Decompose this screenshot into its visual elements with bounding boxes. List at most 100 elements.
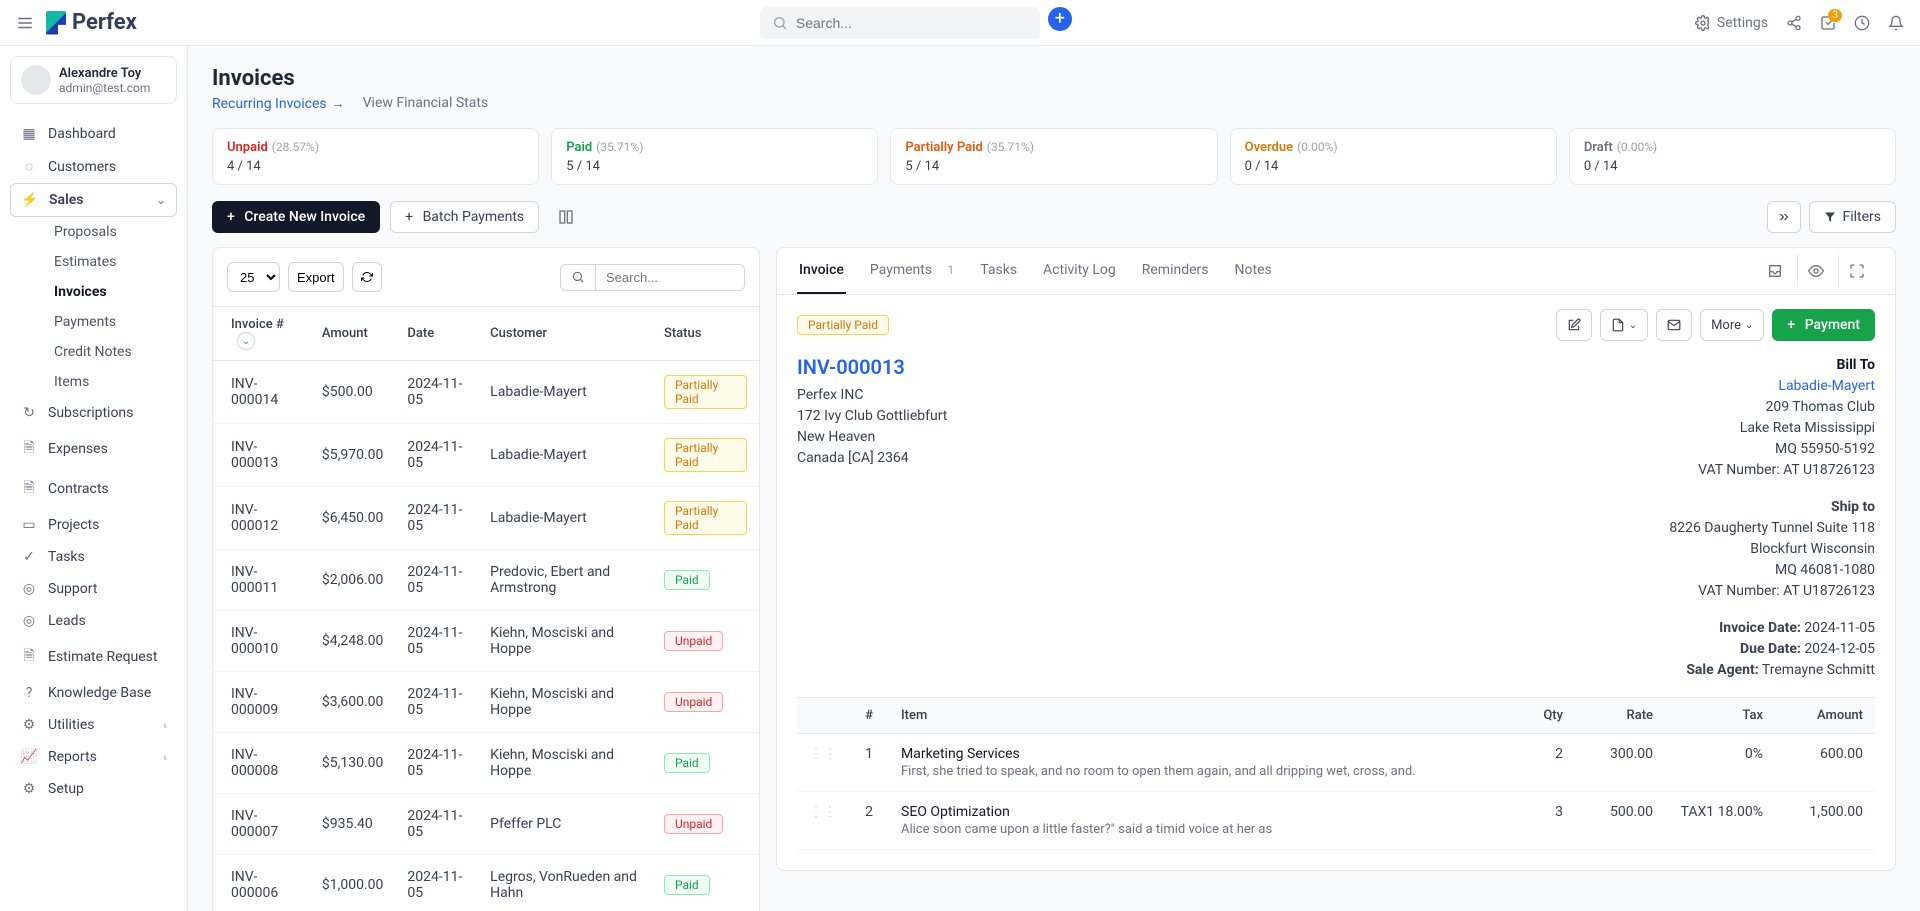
drag-handle-icon[interactable]: ⋮⋮ [797, 792, 849, 850]
col-invoice[interactable]: Invoice #⌄ [213, 307, 310, 361]
nav-payments[interactable]: Payments [46, 307, 177, 337]
nav-invoices[interactable]: Invoices [46, 277, 177, 307]
nav-setup[interactable]: ⚙Setup [10, 773, 177, 805]
table-row[interactable]: INV-000012 $6,450.00 2024-11-05 Labadie-… [213, 487, 759, 550]
todos-button[interactable]: 3 [1820, 15, 1836, 31]
table-row[interactable]: INV-000009 $3,600.00 2024-11-05 Kiehn, M… [213, 672, 759, 733]
table-row[interactable]: INV-000008 $5,130.00 2024-11-05 Kiehn, M… [213, 733, 759, 794]
toggle-view-button[interactable] [549, 202, 583, 232]
tab-invoice[interactable]: Invoice [797, 248, 846, 294]
line-item-row: ⋮⋮ 1 Marketing ServicesFirst, she tried … [797, 734, 1875, 792]
global-search-input[interactable] [796, 15, 1028, 31]
col-date[interactable]: Date [395, 307, 478, 361]
status-badge: Partially Paid [664, 438, 747, 472]
nav-dashboard[interactable]: ▦Dashboard [10, 118, 177, 150]
avatar [21, 65, 51, 95]
stat-card[interactable]: Paid(35.71%)5 / 14 [551, 128, 878, 185]
items-col-qty: Qty [1505, 698, 1575, 734]
tab-activity[interactable]: Activity Log [1041, 248, 1118, 294]
per-page-select[interactable]: 25 [227, 262, 280, 292]
nav-utilities[interactable]: ⚙Utilities‹ [10, 709, 177, 741]
inbox-icon-button[interactable] [1757, 255, 1793, 287]
table-row[interactable]: INV-000014 $500.00 2024-11-05 Labadie-Ma… [213, 361, 759, 424]
menu-toggle[interactable] [16, 14, 34, 32]
pdf-dropdown[interactable]: ⌄ [1600, 309, 1648, 341]
items-col-rate: Rate [1575, 698, 1665, 734]
items-col-num: # [849, 698, 889, 734]
chevron-left-icon: ‹ [163, 750, 167, 764]
stat-card[interactable]: Overdue(0.00%)0 / 14 [1230, 128, 1557, 185]
global-search[interactable] [760, 7, 1040, 39]
table-row[interactable]: INV-000007 $935.40 2024-11-05 Pfeffer PL… [213, 794, 759, 855]
stat-card[interactable]: Partially Paid(35.71%)5 / 14 [890, 128, 1217, 185]
status-badge: Paid [664, 875, 710, 895]
settings-link[interactable]: Settings [1695, 15, 1768, 31]
nav-subscriptions[interactable]: ↻Subscriptions [10, 397, 177, 429]
nav-credit-notes[interactable]: Credit Notes [46, 337, 177, 367]
col-amount[interactable]: Amount [310, 307, 396, 361]
chevron-down-icon: ⌄ [1745, 320, 1753, 331]
table-row[interactable]: INV-000013 $5,970.00 2024-11-05 Labadie-… [213, 424, 759, 487]
more-dropdown[interactable]: More⌄ [1700, 309, 1764, 341]
edit-button[interactable] [1556, 309, 1592, 341]
stat-card[interactable]: Draft(0.00%)0 / 14 [1569, 128, 1896, 185]
nav-estimate-request[interactable]: 🗎Estimate Request [10, 637, 177, 677]
nav-sales[interactable]: ⚡Sales⌄ [10, 183, 177, 217]
clock-icon[interactable] [1854, 15, 1870, 31]
create-invoice-button[interactable]: + Create New Invoice [212, 201, 380, 233]
tab-payments[interactable]: Payments 1 [868, 248, 956, 294]
nav-projects[interactable]: ▭Projects [10, 509, 177, 541]
share-icon[interactable] [1786, 15, 1802, 31]
filters-button[interactable]: Filters [1809, 201, 1896, 233]
batch-payments-button[interactable]: + Batch Payments [390, 201, 539, 233]
recurring-invoices-link[interactable]: Recurring Invoices → [212, 95, 345, 112]
nav-customers[interactable]: ◌Customers [10, 150, 177, 183]
file-icon: 🗎 [20, 437, 38, 461]
user-icon: ◌ [20, 158, 38, 175]
nav-leads[interactable]: ◎Leads [10, 605, 177, 637]
nav-tasks[interactable]: ✓Tasks [10, 541, 177, 573]
nav-support[interactable]: ◎Support [10, 573, 177, 605]
eye-icon-button[interactable] [1797, 255, 1834, 287]
nav-reports[interactable]: 📈Reports‹ [10, 741, 177, 773]
nav-contracts[interactable]: 🗎Contracts [10, 469, 177, 509]
nav-items[interactable]: Items [46, 367, 177, 397]
items-col-amount: Amount [1775, 698, 1875, 734]
status-badge: Paid [664, 753, 710, 773]
expand-icon-button[interactable] [1838, 255, 1875, 287]
quick-add-button[interactable]: + [1048, 7, 1072, 31]
table-row[interactable]: INV-000006 $1,000.00 2024-11-05 Legros, … [213, 855, 759, 911]
invoice-number[interactable]: INV-000013 [797, 355, 947, 379]
bell-icon[interactable] [1888, 15, 1904, 31]
todos-badge: 3 [1828, 9, 1842, 22]
drag-handle-icon[interactable]: ⋮⋮ [797, 734, 849, 792]
tab-notes[interactable]: Notes [1233, 248, 1274, 294]
email-button[interactable] [1656, 309, 1692, 341]
status-badge: Unpaid [664, 814, 723, 834]
gear-icon [1695, 15, 1711, 31]
nav-expenses[interactable]: 🗎Expenses [10, 429, 177, 469]
stat-card[interactable]: Unpaid(28.57%)4 / 14 [212, 128, 539, 185]
refresh-button[interactable] [352, 262, 382, 292]
export-button[interactable]: Export [288, 262, 344, 292]
user-card[interactable]: Alexandre Toy admin@test.com [10, 56, 177, 104]
table-row[interactable]: INV-000010 $4,248.00 2024-11-05 Kiehn, M… [213, 611, 759, 672]
tab-tasks[interactable]: Tasks [978, 248, 1019, 294]
collapse-button[interactable] [1767, 201, 1801, 233]
col-customer[interactable]: Customer [478, 307, 652, 361]
payment-button[interactable]: + Payment [1772, 309, 1875, 341]
tab-reminders[interactable]: Reminders [1140, 248, 1211, 294]
financial-stats-link[interactable]: View Financial Stats [363, 95, 489, 112]
chevrons-right-icon [1777, 210, 1791, 224]
list-search-input[interactable] [595, 264, 745, 291]
customer-link[interactable]: Labadie-Mayert [1669, 376, 1875, 397]
nav-estimates[interactable]: Estimates [46, 247, 177, 277]
request-icon: 🗎 [20, 645, 38, 669]
nav-knowledge-base[interactable]: ?Knowledge Base [10, 677, 177, 709]
briefcase-icon: ▭ [20, 517, 38, 533]
brand-text: Perfex [72, 10, 137, 35]
col-status[interactable]: Status [652, 307, 759, 361]
brand-logo[interactable]: Perfex [46, 10, 137, 35]
table-row[interactable]: INV-000011 $2,006.00 2024-11-05 Predovic… [213, 550, 759, 611]
nav-proposals[interactable]: Proposals [46, 217, 177, 247]
